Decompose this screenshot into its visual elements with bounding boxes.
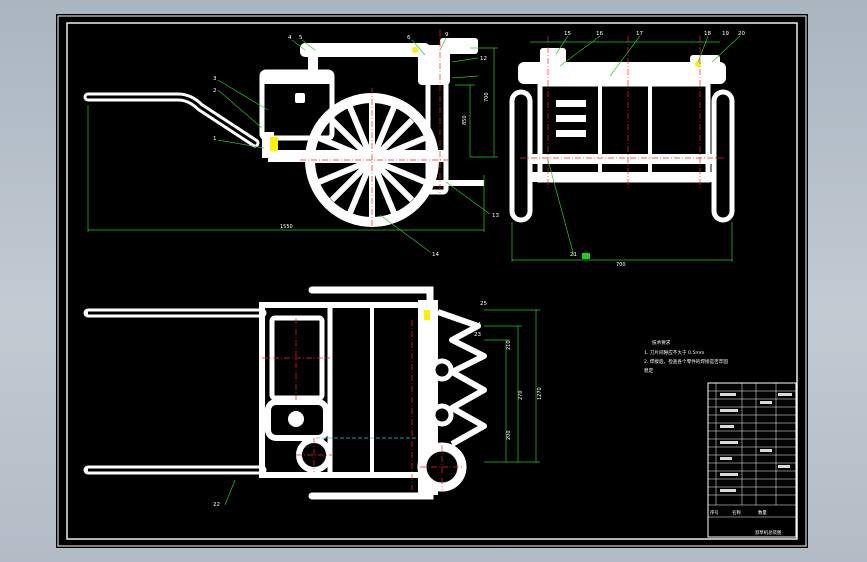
label-part-12: 12 <box>480 56 487 62</box>
front-left-wheel <box>509 89 533 223</box>
side-drive-tube <box>300 43 430 57</box>
label-part-2: 2 <box>213 88 217 94</box>
notes-title: 技术要求 <box>652 339 671 346</box>
label-part-3: 3 <box>213 76 217 82</box>
dim-plan-b: 270 <box>518 390 524 400</box>
cad-drawing-sheet: 1550 700 850 3 2 1 4 5 6 9 12 13 14 700 … <box>56 14 808 548</box>
label-part-5: 5 <box>299 35 303 41</box>
label-part-17: 17 <box>636 31 643 37</box>
title-block-header-1: 序号 <box>710 509 719 516</box>
label-part-19: 19 <box>722 31 729 37</box>
label-part-18: 18 <box>704 31 711 37</box>
label-part-24: 24 <box>474 322 481 328</box>
label-part-22: 22 <box>213 502 220 508</box>
notes-line-2: 2. 焊接后，检查各个零件的焊接是否牢固 <box>644 358 728 365</box>
label-part-23: 23 <box>474 332 481 338</box>
notes-line-3: 稳定 <box>644 367 654 374</box>
dim-plan-a: 1270 <box>537 387 543 400</box>
dim-front-width: 700 <box>616 262 626 268</box>
title-block: 割草机总装图 序号 名称 数量 <box>707 382 797 538</box>
label-part-15: 15 <box>564 31 571 37</box>
label-part-1: 1 <box>213 136 217 142</box>
dim-overall-length: 1550 <box>280 224 293 230</box>
front-right-wheel <box>711 89 735 223</box>
notes-line-1: 1. 刀片间隙应不大于 0.5mm <box>644 349 705 356</box>
label-part-9: 9 <box>445 32 449 38</box>
label-part-16: 16 <box>596 31 603 37</box>
dim-plan-d: 200 <box>506 430 512 440</box>
dim-height-b: 850 <box>462 115 468 125</box>
label-part-14: 14 <box>432 252 439 258</box>
dim-height-a: 700 <box>484 92 490 102</box>
label-part-21: 21 <box>570 252 577 258</box>
dim-plan-c: 210 <box>506 340 512 350</box>
title-block-project: 割草机总装图 <box>755 529 782 536</box>
label-part-4: 4 <box>288 35 292 41</box>
title-block-header-2: 名称 <box>732 509 741 516</box>
label-part-13: 13 <box>492 213 499 219</box>
label-part-20: 20 <box>738 31 745 37</box>
label-part-6: 6 <box>407 35 411 41</box>
title-block-header-3: 数量 <box>758 509 767 516</box>
label-part-25: 25 <box>480 301 487 307</box>
